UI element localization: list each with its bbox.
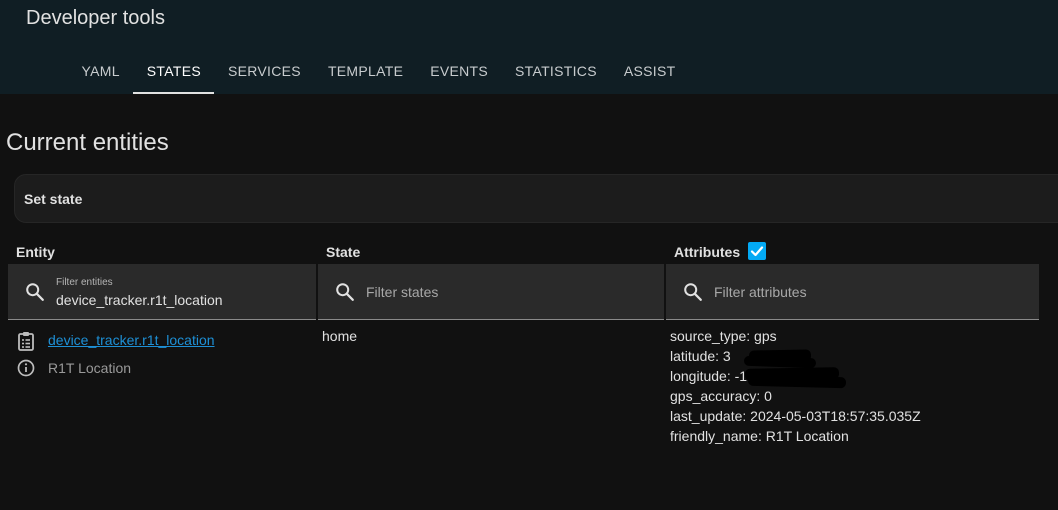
filter-states-input[interactable]: Filter states xyxy=(318,264,664,320)
checkmark-icon xyxy=(750,246,764,257)
attribute-source-type: source_type: gps xyxy=(670,328,777,344)
set-state-expander[interactable]: Set state xyxy=(14,174,1058,223)
entity-column-header: Entity xyxy=(16,244,55,260)
search-icon xyxy=(336,283,354,301)
tab-events[interactable]: EVENTS xyxy=(417,48,502,94)
clipboard-list-icon[interactable] xyxy=(17,331,35,351)
info-circle-icon[interactable] xyxy=(17,359,35,377)
tab-statistics[interactable]: STATISTICS xyxy=(502,48,611,94)
attribute-friendly-name: friendly_name: R1T Location xyxy=(670,428,849,444)
top-header: Developer tools YAML STATES SERVICES TEM… xyxy=(0,0,1058,94)
set-state-label: Set state xyxy=(24,191,83,207)
state-column-header: State xyxy=(326,244,361,260)
tab-states[interactable]: STATES xyxy=(133,48,215,94)
filter-entities-label: Filter entities xyxy=(56,277,113,288)
filter-attributes-input[interactable]: Filter attributes xyxy=(666,264,1039,320)
attribute-gps-accuracy: gps_accuracy: 0 xyxy=(670,388,772,404)
attributes-column-header: Attributes xyxy=(674,244,741,260)
tab-bar: YAML STATES SERVICES TEMPLATE EVENTS STA… xyxy=(68,48,689,94)
attribute-last-update: last_update: 2024-05-03T18:57:35.035Z xyxy=(670,408,921,424)
filter-attributes-placeholder: Filter attributes xyxy=(714,284,807,300)
entity-friendly-name: R1T Location xyxy=(48,360,132,376)
filter-entities-input[interactable]: Filter entities device_tracker.r1t_locat… xyxy=(8,264,316,320)
attributes-list: source_type: gps latitude: 3 longitude: … xyxy=(670,328,921,448)
search-icon xyxy=(684,283,702,301)
filter-entities-value: device_tracker.r1t_location xyxy=(56,292,223,308)
search-icon xyxy=(26,283,44,301)
tab-template[interactable]: TEMPLATE xyxy=(314,48,416,94)
entity-id-link[interactable]: device_tracker.r1t_location xyxy=(48,332,215,348)
page-title: Current entities xyxy=(6,129,169,156)
attributes-checkbox[interactable] xyxy=(748,242,766,260)
entity-state-value: home xyxy=(322,328,358,344)
filter-states-placeholder: Filter states xyxy=(366,284,439,300)
tab-assist[interactable]: ASSIST xyxy=(610,48,689,94)
tab-services[interactable]: SERVICES xyxy=(214,48,314,94)
app-title: Developer tools xyxy=(26,7,165,29)
tab-yaml[interactable]: YAML xyxy=(68,48,133,94)
